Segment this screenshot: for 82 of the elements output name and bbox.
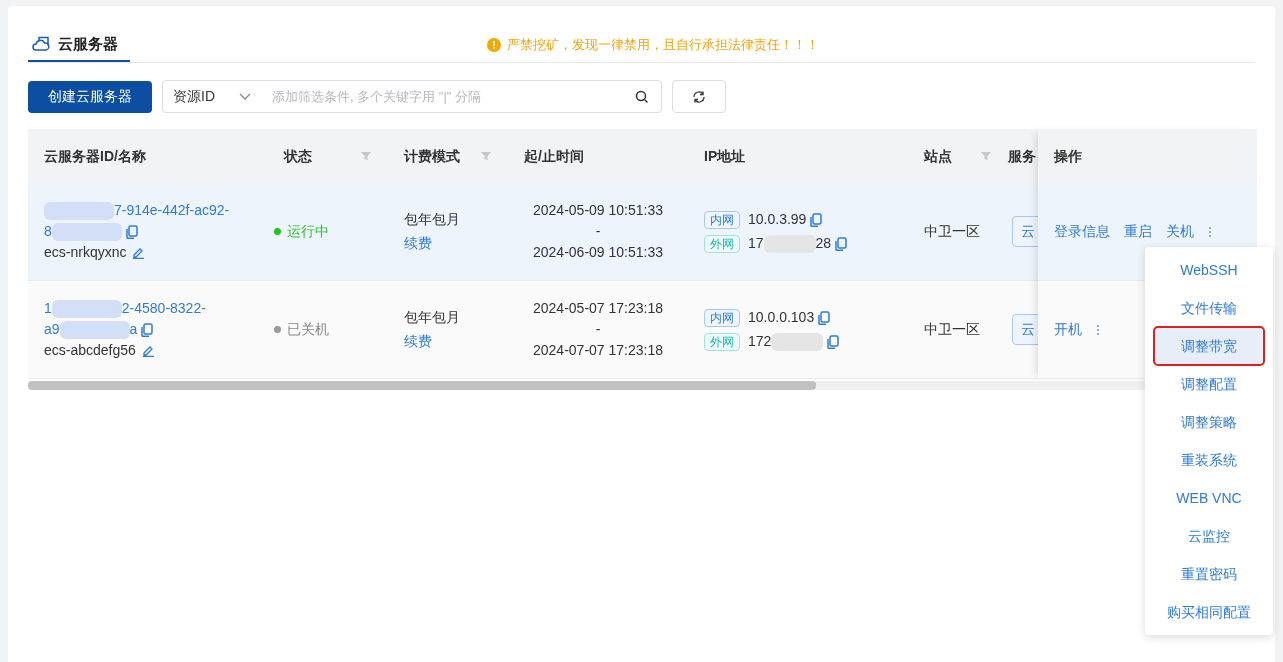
copy-icon[interactable] bbox=[835, 236, 848, 251]
action-link[interactable]: 登录信息 bbox=[1054, 221, 1110, 242]
end-time: 2024-06-09 10:51:33 bbox=[533, 243, 663, 262]
edit-pencil-icon[interactable] bbox=[132, 246, 146, 259]
start-time: 2024-05-09 10:51:33 bbox=[533, 201, 663, 220]
more-vertical-icon[interactable] bbox=[1208, 225, 1212, 238]
column-header: 云服务器ID/名称 bbox=[44, 146, 146, 166]
text-fragment: 2-4580-8322- bbox=[121, 299, 206, 318]
renew-link[interactable]: 续费 bbox=[404, 331, 492, 352]
more-vertical-icon[interactable] bbox=[1096, 323, 1100, 336]
action-link[interactable]: 重启 bbox=[1124, 221, 1152, 242]
site-name: 中卫一区 bbox=[924, 321, 980, 337]
filter-input[interactable]: 添加筛选条件, 多个关键字用 "|" 分隔 bbox=[272, 86, 635, 107]
blurred-redaction bbox=[51, 299, 122, 318]
action-link[interactable]: 开机 bbox=[1054, 319, 1082, 340]
column-header: IP地址 bbox=[704, 146, 746, 166]
menu-item[interactable]: 调整配置 bbox=[1145, 365, 1273, 403]
column-header: 服务 bbox=[1008, 146, 1036, 166]
warning-notice: 严禁挖矿，发现一律禁用，且自行承担法律责任！！！ bbox=[506, 36, 819, 55]
network-tag: 内网 bbox=[704, 210, 740, 229]
network-tag: 内网 bbox=[704, 308, 740, 327]
search-icon[interactable] bbox=[635, 89, 649, 104]
create-server-button[interactable]: 创建云服务器 bbox=[28, 80, 152, 113]
billing-mode: 包年包月 bbox=[404, 308, 461, 327]
cloud-server-icon bbox=[32, 36, 50, 52]
time-separator: - bbox=[595, 320, 601, 339]
field-select[interactable]: 资源ID bbox=[163, 86, 239, 107]
text-fragment: 28 bbox=[815, 234, 832, 253]
renew-link[interactable]: 续费 bbox=[404, 233, 492, 254]
text-fragment: a bbox=[129, 320, 138, 339]
time-separator: - bbox=[595, 222, 601, 241]
column-header: 操作 bbox=[1054, 146, 1082, 166]
text-fragment: 17 bbox=[748, 234, 764, 253]
menu-item[interactable]: WebSSH bbox=[1145, 251, 1273, 289]
copy-icon[interactable] bbox=[141, 322, 154, 337]
copy-icon[interactable] bbox=[827, 334, 840, 349]
status-text: 运行中 bbox=[287, 222, 329, 241]
servers-tab[interactable]: 云服务器 bbox=[28, 28, 130, 62]
status-text: 已关机 bbox=[287, 320, 329, 339]
menu-item[interactable]: 购买相同配置 bbox=[1145, 593, 1273, 631]
menu-item[interactable]: 调整带宽 bbox=[1154, 327, 1264, 365]
server-name: ecs-nrkqyxnc bbox=[44, 243, 127, 262]
blurred-redaction bbox=[51, 222, 122, 241]
billing-mode: 包年包月 bbox=[404, 210, 461, 229]
edit-pencil-icon[interactable] bbox=[141, 344, 155, 357]
column-header: 计费模式 bbox=[404, 146, 460, 166]
blurred-redaction bbox=[59, 320, 130, 339]
end-time: 2024-07-07 17:23:18 bbox=[533, 341, 663, 360]
site-name: 中卫一区 bbox=[924, 223, 980, 239]
service-tag: 云 bbox=[1012, 216, 1038, 247]
filter-search-field[interactable]: 资源ID 添加筛选条件, 多个关键字用 "|" 分隔 bbox=[162, 80, 662, 113]
copy-icon[interactable] bbox=[818, 310, 831, 325]
refresh-button[interactable] bbox=[672, 80, 726, 113]
service-tag: 云 bbox=[1012, 314, 1038, 345]
text-fragment: 1 bbox=[44, 299, 52, 318]
column-header: 站点 bbox=[924, 146, 952, 166]
menu-item[interactable]: WEB VNC bbox=[1145, 479, 1273, 517]
server-name: ecs-abcdefg56 bbox=[44, 341, 136, 360]
warning-icon bbox=[486, 38, 501, 52]
start-time: 2024-05-07 17:23:18 bbox=[533, 299, 663, 318]
menu-item[interactable]: 重置密码 bbox=[1145, 555, 1273, 593]
menu-item[interactable]: 文件传输 bbox=[1145, 289, 1273, 327]
column-header: 起/止时间 bbox=[524, 146, 584, 166]
text-fragment: 8 bbox=[44, 222, 52, 241]
copy-icon[interactable] bbox=[125, 224, 138, 239]
chevron-down-icon[interactable] bbox=[239, 92, 251, 101]
text-fragment: 10.0.3.99 bbox=[748, 210, 807, 229]
column-header: 状态 bbox=[284, 146, 312, 166]
blurred-redaction bbox=[44, 201, 114, 220]
action-link[interactable]: 关机 bbox=[1166, 221, 1194, 242]
text-fragment: 172 bbox=[748, 332, 772, 351]
text-fragment: 7-914e-442f-ac92- bbox=[114, 201, 230, 220]
scrollbar-thumb[interactable] bbox=[28, 381, 816, 390]
network-tag: 外网 bbox=[704, 234, 740, 253]
refresh-icon bbox=[692, 89, 706, 104]
text-fragment: a9 bbox=[44, 320, 60, 339]
network-tag: 外网 bbox=[704, 332, 740, 351]
menu-item[interactable]: 重装系统 bbox=[1145, 441, 1273, 479]
menu-item[interactable]: 云监控 bbox=[1145, 517, 1273, 555]
copy-icon[interactable] bbox=[810, 212, 823, 227]
menu-item[interactable]: 调整策略 bbox=[1145, 403, 1273, 441]
text-fragment: 10.0.0.103 bbox=[748, 308, 815, 327]
